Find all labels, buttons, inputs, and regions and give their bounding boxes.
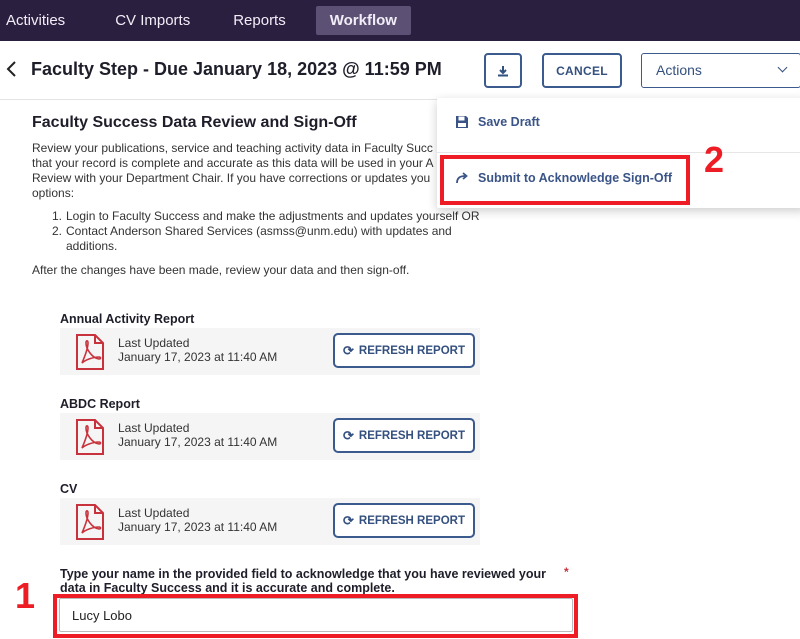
step-text: Contact Anderson Shared Services (asmss@… <box>66 224 452 238</box>
required-marker: * <box>564 565 569 579</box>
acknowledge-label: Type your name in the provided field to … <box>60 567 550 595</box>
step-text: Login to Faculty Success and make the ad… <box>66 209 480 223</box>
save-draft-menu-item[interactable]: Save Draft <box>455 115 540 129</box>
last-updated: Last Updated January 17, 2023 at 11:40 A… <box>118 506 277 534</box>
report-card: Last Updated January 17, 2023 at 11:40 A… <box>60 328 480 375</box>
refresh-icon: ⟳ <box>343 343 354 358</box>
acknowledge-label-line: Type your name in the provided field to … <box>60 567 546 581</box>
tab-reports[interactable]: Reports <box>220 6 299 35</box>
last-updated-date: January 17, 2023 at 11:40 AM <box>118 520 278 534</box>
last-updated-label: Last Updated <box>118 506 190 520</box>
refresh-report-button[interactable]: ⟳ REFRESH REPORT <box>333 333 475 368</box>
refresh-report-button[interactable]: ⟳ REFRESH REPORT <box>333 503 475 538</box>
intro-line: options: <box>32 186 75 200</box>
report-card: Last Updated January 17, 2023 at 11:40 A… <box>60 413 480 460</box>
page-title: Faculty Step - Due January 18, 2023 @ 11… <box>31 59 442 79</box>
intro-line: Review your publications, service and te… <box>32 141 433 155</box>
last-updated-label: Last Updated <box>118 421 190 435</box>
intro-line: Review with your Department Chair. If yo… <box>32 171 431 185</box>
menu-divider <box>437 152 800 153</box>
cancel-button[interactable]: CANCEL <box>542 53 622 88</box>
refresh-icon: ⟳ <box>343 513 354 528</box>
pdf-icon[interactable] <box>73 419 107 455</box>
refresh-label: REFRESH REPORT <box>358 344 465 357</box>
pdf-icon[interactable] <box>73 334 107 370</box>
pdf-icon[interactable] <box>73 504 107 540</box>
steps-list: 1. Login to Faculty Success and make the… <box>32 209 492 254</box>
section-title: Faculty Success Data Review and Sign-Off <box>32 114 357 131</box>
step-text: additions. <box>66 239 118 253</box>
annotation-highlight-submit <box>440 155 690 205</box>
page-header: Faculty Step - Due January 18, 2023 @ 11… <box>0 41 800 100</box>
last-updated-date: January 17, 2023 at 11:40 AM <box>118 350 278 364</box>
step-number: 2. <box>52 224 63 238</box>
refresh-label: REFRESH REPORT <box>358 514 465 527</box>
last-updated: Last Updated January 17, 2023 at 11:40 A… <box>118 336 277 364</box>
step-number: 1. <box>52 209 63 223</box>
last-updated-label: Last Updated <box>118 336 190 350</box>
actions-dropdown[interactable]: Actions <box>641 53 800 88</box>
after-text: After the changes have been made, review… <box>32 263 410 277</box>
tab-activities[interactable]: Activities <box>0 6 78 35</box>
report-title: ABDC Report <box>60 397 140 411</box>
download-icon <box>498 65 508 76</box>
report-title: Annual Activity Report <box>60 312 195 326</box>
last-updated-date: January 17, 2023 at 11:40 AM <box>118 435 278 449</box>
intro-line: that your record is complete and accurat… <box>32 156 434 170</box>
report-title: CV <box>60 482 78 496</box>
back-icon[interactable] <box>4 58 20 80</box>
top-navigation: Activities CV Imports Reports Workflow <box>0 0 800 41</box>
annotation-number-1: 1 <box>15 575 36 616</box>
annotation-number-2: 2 <box>704 139 725 180</box>
refresh-report-button[interactable]: ⟳ REFRESH REPORT <box>333 418 475 453</box>
list-item: 2. Contact Anderson Shared Services (asm… <box>32 224 492 254</box>
acknowledge-label-line: data in Faculty Success and it is accura… <box>60 581 395 595</box>
last-updated: Last Updated January 17, 2023 at 11:40 A… <box>118 421 277 449</box>
actions-label: Actions <box>656 62 702 78</box>
intro-text: Review your publications, service and te… <box>32 141 462 201</box>
tab-workflow[interactable]: Workflow <box>315 6 411 35</box>
save-icon <box>456 116 468 128</box>
download-button[interactable] <box>484 53 522 88</box>
save-draft-label: Save Draft <box>478 115 540 129</box>
list-item: 1. Login to Faculty Success and make the… <box>32 209 492 224</box>
report-card: Last Updated January 17, 2023 at 11:40 A… <box>60 498 480 545</box>
annotation-highlight-name-field <box>53 594 578 638</box>
chevron-down-icon <box>777 62 788 73</box>
tab-cv-imports[interactable]: CV Imports <box>102 6 203 35</box>
refresh-icon: ⟳ <box>343 428 354 443</box>
refresh-label: REFRESH REPORT <box>358 429 465 442</box>
